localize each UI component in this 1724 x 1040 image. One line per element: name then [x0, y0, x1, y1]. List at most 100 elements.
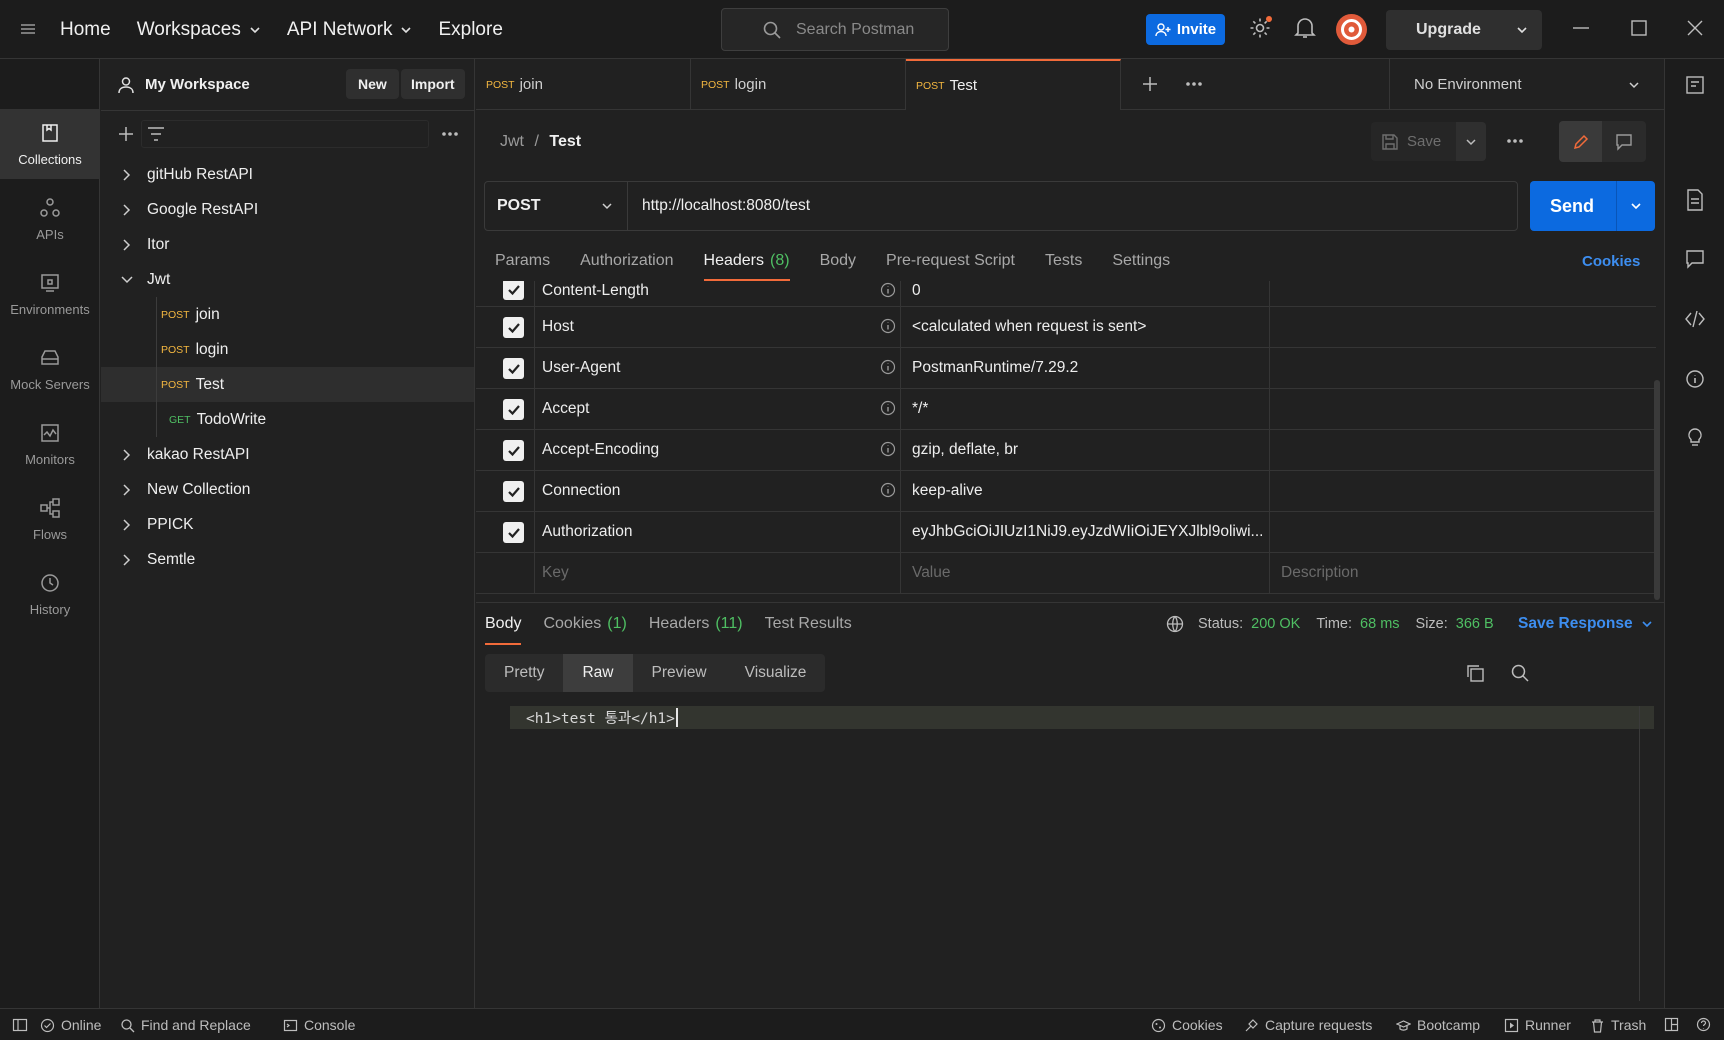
help-icon[interactable]: [1696, 1017, 1711, 1032]
header-value[interactable]: */*: [912, 400, 1272, 418]
send-dropdown[interactable]: [1616, 181, 1655, 231]
tab-login[interactable]: POST login: [691, 59, 906, 110]
url-input[interactable]: http://localhost:8080/test: [628, 182, 810, 230]
info-icon[interactable]: [880, 282, 896, 298]
response-body-line[interactable]: <h1>test 통과</h1>: [510, 706, 1654, 729]
header-key[interactable]: Host: [542, 318, 574, 336]
header-checkbox[interactable]: [503, 399, 524, 420]
headers-scrollbar[interactable]: [1654, 380, 1660, 600]
menu-icon[interactable]: [18, 19, 38, 39]
info-icon[interactable]: [880, 318, 896, 334]
header-checkbox[interactable]: [503, 317, 524, 338]
comment-mode-icon[interactable]: [1602, 121, 1645, 162]
header-value[interactable]: keep-alive: [912, 482, 1272, 500]
documentation-icon[interactable]: [1685, 189, 1705, 211]
code-icon[interactable]: [1685, 309, 1705, 329]
info-icon[interactable]: [880, 400, 896, 416]
header-key[interactable]: Accept-Encoding: [542, 441, 659, 459]
breadcrumb-current[interactable]: Test: [549, 133, 581, 150]
collection-item-expanded[interactable]: Jwt: [101, 262, 474, 297]
collection-item[interactable]: Semtle: [101, 542, 474, 577]
send-button[interactable]: Send: [1530, 181, 1655, 231]
info-icon[interactable]: [880, 441, 896, 457]
header-key[interactable]: User-Agent: [542, 359, 620, 377]
rail-flows[interactable]: Flows: [0, 484, 100, 554]
info-icon[interactable]: [1685, 369, 1705, 389]
nav-api-network[interactable]: API Network: [287, 19, 413, 41]
save-button[interactable]: Save: [1371, 122, 1486, 161]
search-icon[interactable]: [1510, 663, 1530, 683]
new-button[interactable]: New: [346, 69, 399, 99]
key-placeholder[interactable]: Key: [542, 564, 569, 582]
environment-quicklook-icon[interactable]: [1685, 75, 1705, 95]
size-value[interactable]: 366 B: [1456, 616, 1494, 632]
method-select[interactable]: POST: [485, 182, 628, 230]
capture-requests-button[interactable]: Capture requests: [1244, 1017, 1372, 1033]
lightbulb-icon[interactable]: [1685, 427, 1705, 449]
collection-item[interactable]: New Collection: [101, 472, 474, 507]
breadcrumb-parent[interactable]: Jwt: [500, 133, 524, 150]
copy-icon[interactable]: [1465, 663, 1485, 683]
time-value[interactable]: 68 ms: [1360, 616, 1400, 632]
nav-home[interactable]: Home: [60, 19, 111, 41]
tab-tests[interactable]: Tests: [1045, 241, 1082, 281]
runner-button[interactable]: Runner: [1504, 1017, 1571, 1033]
collection-item[interactable]: Itor: [101, 227, 474, 262]
notification-bell-icon[interactable]: [1294, 16, 1316, 40]
edit-pencil-icon[interactable]: [1559, 121, 1602, 162]
tab-authorization[interactable]: Authorization: [580, 241, 673, 281]
tab-settings[interactable]: Settings: [1112, 241, 1170, 281]
collection-item[interactable]: PPICK: [101, 507, 474, 542]
collection-item[interactable]: kakao RestAPI: [101, 437, 474, 472]
bootcamp-button[interactable]: Bootcamp: [1396, 1017, 1480, 1033]
view-raw[interactable]: Raw: [563, 654, 633, 692]
rail-apis[interactable]: APIs: [0, 184, 100, 254]
new-tab-plus-icon[interactable]: [1141, 75, 1159, 93]
header-value[interactable]: PostmanRuntime/7.29.2: [912, 359, 1272, 377]
tab-test-results[interactable]: Test Results: [765, 603, 852, 645]
rail-mock-servers[interactable]: Mock Servers: [0, 334, 100, 404]
tab-response-headers[interactable]: Headers (11): [649, 603, 743, 645]
header-checkbox[interactable]: [503, 522, 524, 543]
tab-more-icon[interactable]: [1185, 81, 1203, 87]
description-placeholder[interactable]: Description: [1281, 564, 1641, 582]
two-pane-icon[interactable]: [1664, 1017, 1679, 1032]
header-key[interactable]: Content-Length: [542, 282, 649, 300]
save-response-button[interactable]: Save Response: [1518, 615, 1653, 633]
view-preview[interactable]: Preview: [633, 654, 726, 692]
maximize-icon[interactable]: [1630, 19, 1648, 37]
response-scrollbar[interactable]: [1639, 706, 1640, 1001]
online-status[interactable]: Online: [40, 1017, 101, 1033]
save-dropdown[interactable]: [1456, 122, 1486, 161]
nav-explore[interactable]: Explore: [438, 19, 502, 41]
settings-gear-icon[interactable]: [1248, 16, 1272, 40]
request-more-icon[interactable]: [1506, 138, 1524, 144]
console-button[interactable]: Console: [283, 1017, 355, 1033]
rail-history[interactable]: History: [0, 559, 100, 629]
header-checkbox[interactable]: [503, 281, 524, 300]
nav-workspaces[interactable]: Workspaces: [137, 19, 261, 41]
tab-join[interactable]: POST join: [476, 59, 691, 110]
rail-environments[interactable]: Environments: [0, 259, 100, 329]
value-placeholder[interactable]: Value: [912, 564, 1272, 582]
chevron-down-icon[interactable]: [1516, 24, 1528, 36]
find-replace-button[interactable]: Find and Replace: [120, 1017, 251, 1033]
header-checkbox[interactable]: [503, 440, 524, 461]
info-icon[interactable]: [880, 359, 896, 375]
rail-collections[interactable]: Collections: [0, 109, 100, 179]
tab-response-body[interactable]: Body: [485, 603, 522, 645]
cookies-button[interactable]: Cookies: [1151, 1017, 1223, 1033]
tab-params[interactable]: Params: [495, 241, 550, 281]
view-visualize[interactable]: Visualize: [726, 654, 826, 692]
header-checkbox[interactable]: [503, 481, 524, 502]
info-icon[interactable]: [880, 482, 896, 498]
close-icon[interactable]: [1686, 19, 1704, 37]
upgrade-button[interactable]: Upgrade: [1386, 10, 1542, 50]
cookies-link[interactable]: Cookies: [1582, 253, 1640, 270]
trash-button[interactable]: Trash: [1590, 1017, 1646, 1033]
header-checkbox[interactable]: [503, 358, 524, 379]
header-value[interactable]: gzip, deflate, br: [912, 441, 1272, 459]
workspace-name[interactable]: My Workspace: [145, 76, 250, 93]
tab-test[interactable]: POST Test: [906, 59, 1121, 110]
status-value[interactable]: 200 OK: [1251, 616, 1300, 632]
